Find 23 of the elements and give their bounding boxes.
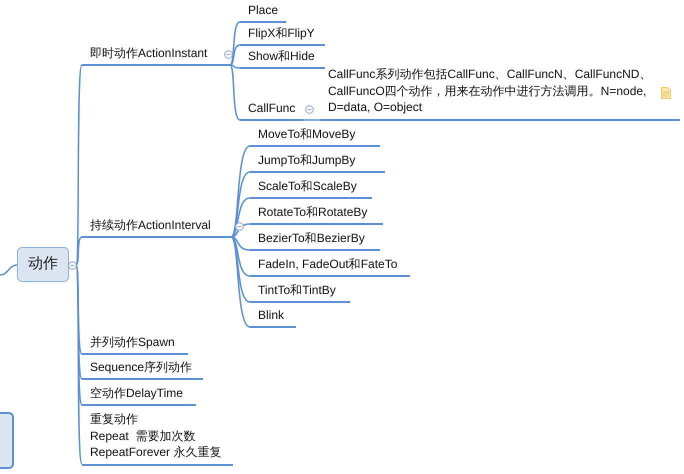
central-topic[interactable]: 动作 [17,247,69,282]
topic-label[interactable]: Blink [250,305,296,328]
collapse-icon[interactable] [304,104,314,114]
topic-label[interactable]: ScaleTo和ScaleBy [250,176,372,199]
topic-label[interactable]: 重复动作 Repeat 需要加次数 RepeatForever 永久重复 [82,409,233,466]
topic-label[interactable]: FlipX和FlipY [240,23,325,46]
topic-label[interactable]: Place [240,0,286,23]
topic-label[interactable]: 空动作DelayTime [82,383,196,406]
topic-label[interactable]: Sequence序列动作 [82,357,203,380]
connector-line [0,264,18,276]
topic-label[interactable]: FadeIn, FadeOut和FateTo [250,254,410,277]
connector-line [303,119,320,121]
topic-label[interactable]: Show和Hide [240,46,325,69]
topic-label[interactable]: 并列动作Spawn [82,332,188,355]
topic-label[interactable]: JumpTo和JumpBy [250,150,385,173]
topic-label[interactable]: 持续动作ActionInterval [82,215,233,238]
topic-label[interactable]: RotateTo和RotateBy [250,202,383,225]
topic-label[interactable]: TintTo和TintBy [250,280,350,303]
topic-label[interactable]: BezierTo和BezierBy [250,228,380,251]
topic-label[interactable]: MoveTo和MoveBy [250,124,380,147]
note-icon[interactable] [661,87,671,99]
topic-label[interactable]: CallFunc [240,98,303,121]
collapse-icon[interactable] [224,50,232,58]
